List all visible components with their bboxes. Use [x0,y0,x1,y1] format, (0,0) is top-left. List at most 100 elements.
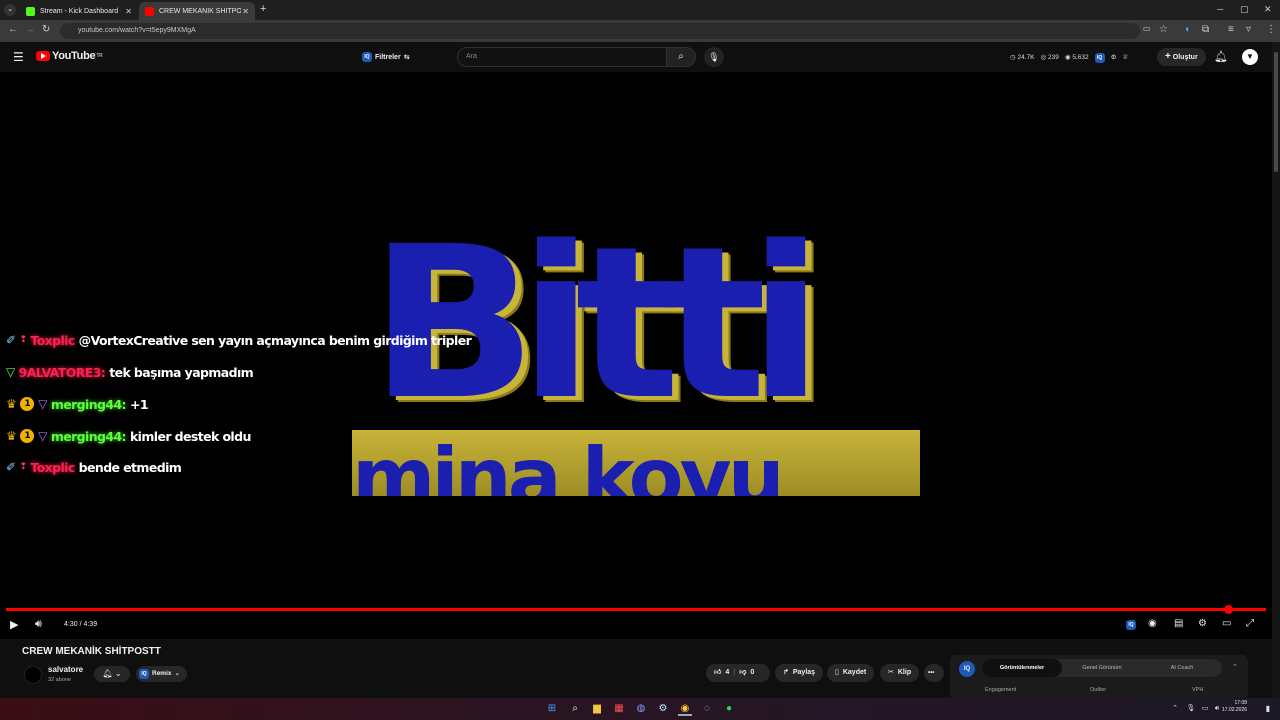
close-tab-icon[interactable]: ✕ [125,7,132,16]
plus-icon: + [1165,51,1171,62]
create-button[interactable]: + Oluştur [1157,48,1206,66]
close-tab-icon[interactable]: ✕ [242,7,249,16]
more-actions-button[interactable]: ••• [924,664,944,682]
logo-region: TR [96,53,103,59]
spotify-icon[interactable]: ● [722,702,736,716]
chat-message: ♛ 1 ▽ merging44: kimler destek oldu [6,426,251,446]
dislike-icon[interactable]: 👎︎ [739,664,746,682]
search-input[interactable]: Ara [457,47,667,67]
tab-overview[interactable]: Genel Görünüm [1062,659,1142,677]
youtube-icon [145,6,154,16]
youtube-logo[interactable]: YouTube TR [36,50,103,62]
subscribers-value: 5,632 [1072,54,1089,61]
notifications-bell-icon[interactable]: 🔔︎ [1214,50,1228,63]
notification-icon[interactable]: ▮ [1261,702,1275,716]
tab-menu-icon[interactable]: ⌄ [4,4,16,16]
minimize-icon[interactable]: ─ [1217,4,1223,14]
reading-list-icon[interactable]: ≡ [1228,24,1234,35]
channel-name[interactable]: salvatore [48,665,83,674]
settings-gear-icon[interactable]: ⚙ [1198,618,1207,629]
bookmark-icon: ▯ [835,669,839,676]
iq-player-icon[interactable]: IQ [1126,618,1136,630]
voice-search-button[interactable]: 🎙 [704,47,724,67]
chat-text: tek başıma yapmadım [109,364,254,380]
tab-ai-coach[interactable]: AI Coach [1142,659,1222,677]
new-tab-button[interactable]: + [260,3,266,15]
browser-tab-bar: ⌄ Stream - Kick Dashboard ✕ CREW MEKANİK… [0,0,1280,20]
video-player[interactable]: Bitti mina koyu [0,72,1272,639]
scrollbar-thumb[interactable] [1274,52,1278,172]
tab-views[interactable]: Görüntülenmeler [982,659,1062,677]
browser-menu-icon[interactable]: ⋮ [1266,24,1276,35]
discord-icon[interactable]: ◍ [634,702,648,716]
outlier-label: Outlier [1090,687,1107,693]
like-count[interactable]: 4 [725,664,729,682]
views-stat: ◷ 24.7K [1010,54,1035,61]
windows-start-icon[interactable]: ⊞ [545,702,559,716]
avatar[interactable]: ▼ [1242,49,1258,65]
play-icon[interactable]: ▶ [10,618,18,631]
search-icon[interactable]: ⌕ [568,702,582,716]
maximize-icon[interactable]: ▢ [1240,4,1249,15]
search-button[interactable]: ⌕ [666,47,696,67]
filters-button[interactable]: IQ Filtreler ⇆ [362,52,410,62]
clock-time: 17:08 [1234,700,1248,706]
kick-icon [26,6,35,16]
video-frame-text: Bitti [369,234,823,446]
extensions-puzzle-icon[interactable]: ⧉ [1202,24,1209,35]
tab-kick-dashboard[interactable]: Stream - Kick Dashboard ✕ [20,2,138,20]
vph-label: VPH [1192,687,1204,693]
bookmark-star-icon[interactable]: ☆ [1159,24,1168,35]
reload-icon[interactable]: ↻ [42,24,50,35]
iq-icon: IQ [139,669,149,679]
extension-icon[interactable]: ◖ [1184,24,1190,35]
settings-toggle-icon[interactable]: ⚙ [1111,53,1117,63]
sub-badge-icon: 1 [20,429,35,443]
iq-icon[interactable]: IQ [1094,53,1105,63]
profile-icon[interactable]: ▿ [1246,24,1251,35]
hamburger-menu-icon[interactable]: ☰ [13,50,24,64]
save-label: Kaydet [842,669,867,676]
dislike-count[interactable]: 0 [750,664,754,682]
chrome-icon[interactable]: ◉ [678,702,692,716]
like-icon[interactable]: 👍︎ [714,664,721,682]
forward-icon[interactable]: → [25,24,35,35]
lamp-icon[interactable]: ♕ [1122,53,1128,63]
sword-icon: ✐ [6,333,16,347]
file-explorer-icon[interactable]: ▆ [590,702,604,716]
channel-avatar[interactable] [24,666,42,684]
progress-scrubber[interactable] [1224,605,1233,614]
remix-button[interactable]: IQ Remix ⌄ [136,666,187,682]
share-button[interactable]: ↱ Paylaş [775,664,824,682]
url-field[interactable]: youtube.com/watch?v=t5epy9MXMgA [60,23,1140,39]
theater-mode-icon[interactable]: ▭ [1222,618,1231,629]
comments-value: 239 [1047,54,1059,61]
chat-username: merging44: [50,428,127,444]
fullscreen-icon[interactable]: ⤢ [1246,618,1254,629]
progress-bar[interactable] [6,608,1266,611]
chat-message: ✐ ❢ Toxplic bende etmedim [6,457,182,477]
subscription-bell-button[interactable]: 🔔︎ ⌄ [94,666,130,682]
back-icon[interactable]: ← [8,24,18,35]
clip-button[interactable]: ✂ Klip [880,664,920,682]
captions-icon[interactable]: ▤ [1174,618,1183,629]
chat-message: ▽ 9ALVATORE3: tek başıma yapmadım [6,362,254,382]
close-window-icon[interactable]: ✕ [1264,4,1272,15]
steam-icon[interactable]: ⚙ [656,702,670,716]
chat-text: @VortexCreative sen yayın açmayınca beni… [78,332,472,348]
taskbar-clock[interactable]: 17:08 17.02.2026 [1222,700,1247,714]
mic-tray-icon[interactable]: 🎙 [1184,702,1198,716]
volume-icon[interactable]: 🔊︎ [35,618,42,631]
tray-chevron-icon[interactable]: ⌃ [1168,702,1182,716]
tab-youtube-video[interactable]: CREW MEKANİK SHİTPOSTT - Y ✕ [139,2,255,20]
autoplay-toggle-icon[interactable]: ◉ [1148,618,1157,629]
share-label: Paylaş [792,669,816,676]
tab-label: CREW MEKANİK SHİTPOSTT - Y [159,7,241,15]
like-dislike-group: 👍︎ 4 | 👎︎ 0 [706,664,770,682]
calendar-app-icon[interactable]: ▦ [612,702,626,716]
save-button[interactable]: ▯ Kaydet [827,664,875,682]
install-icon[interactable]: ▭ [1143,24,1151,33]
collapse-icon[interactable]: ⌃ [1232,663,1238,671]
tab-label: Stream - Kick Dashboard [40,7,119,15]
obs-icon[interactable]: ◌ [700,702,714,716]
